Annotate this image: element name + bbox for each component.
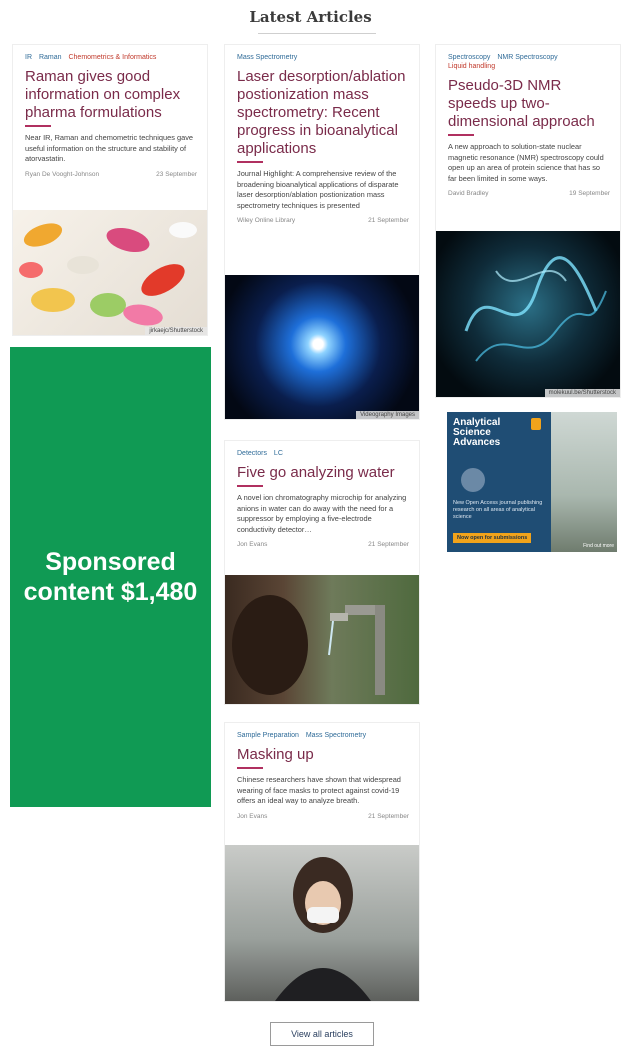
article-excerpt: A new approach to solution-state nuclear… xyxy=(448,142,604,183)
pills-illustration xyxy=(19,222,197,326)
article-author: Wiley Online Library xyxy=(237,217,296,224)
article-date: 21 September xyxy=(368,541,409,548)
tag-link[interactable]: Spectroscopy xyxy=(448,54,490,61)
title-underline xyxy=(25,125,51,127)
sponsored-content-label: Sponsored content $1,480 xyxy=(23,548,198,606)
article-excerpt: Chinese researchers have shown that wide… xyxy=(237,775,401,805)
tag-link[interactable]: Chemometrics & Informatics xyxy=(68,54,156,61)
image-credit: molekuul.be/Shutterstock xyxy=(544,389,620,397)
article-title[interactable]: Laser desorption/ablation postionization… xyxy=(237,68,409,158)
article-meta: Wiley Online Library 21 September xyxy=(237,217,409,224)
article-card-water[interactable]: Detectors LC Five go analyzing water A n… xyxy=(224,440,420,705)
tag-link[interactable]: IR xyxy=(25,54,32,61)
article-author: Jon Evans xyxy=(237,812,268,820)
article-author: Ryan De Vooght-Johnson xyxy=(25,170,100,178)
woman-face-mask-image[interactable] xyxy=(225,845,419,1001)
article-meta: Jon Evans 21 September xyxy=(237,813,409,820)
article-tags: Detectors LC xyxy=(237,449,409,458)
article-excerpt: Near IR, Raman and chemometric technique… xyxy=(25,133,194,163)
tag-link[interactable]: Liquid handling xyxy=(448,63,495,70)
sponsored-content-block[interactable]: Sponsored content $1,480 xyxy=(10,347,211,807)
pills-image[interactable]: jirkaejc/Shutterstock xyxy=(13,210,207,335)
ad-find-out-more[interactable]: Find out more xyxy=(583,543,614,549)
article-tags: Mass Spectrometry xyxy=(237,53,409,62)
child-drinking-water-image[interactable] xyxy=(225,575,419,704)
wiley-logo-icon xyxy=(531,418,541,430)
protein-image[interactable]: molekuul.be/Shutterstock xyxy=(436,231,620,397)
article-date: 21 September xyxy=(368,812,409,820)
article-title[interactable]: Pseudo-3D NMR speeds up two-dimensional … xyxy=(448,77,610,131)
article-excerpt: Journal Highlight: A comprehensive revie… xyxy=(237,169,399,210)
article-author: David Bradley xyxy=(448,190,489,197)
article-title[interactable]: Raman gives good information on complex … xyxy=(25,68,197,122)
title-underline xyxy=(448,134,474,136)
ad-submit-button[interactable]: Now open for submissions xyxy=(453,533,532,543)
journal-cover-icon xyxy=(461,468,485,492)
analytical-science-advances-ad[interactable]: Analytical Science Advances New Open Acc… xyxy=(447,412,617,552)
tag-link[interactable]: Sample Preparation xyxy=(237,732,299,739)
article-tags: Sample Preparation Mass Spectrometry xyxy=(237,731,409,740)
article-meta: Ryan De Vooght-Johnson 23 September xyxy=(25,171,197,178)
tag-link[interactable]: Mass Spectrometry xyxy=(237,54,297,61)
tag-link[interactable]: Mass Spectrometry xyxy=(306,732,366,739)
article-meta: Jon Evans 21 September xyxy=(237,541,409,548)
article-tags-2: Liquid handling xyxy=(448,62,610,71)
article-date: 19 September xyxy=(569,190,610,197)
section-title-underline xyxy=(258,33,376,34)
article-card-masking[interactable]: Sample Preparation Mass Spectrometry Mas… xyxy=(224,722,420,1002)
article-card-raman[interactable]: IR Raman Chemometrics & Informatics Rama… xyxy=(12,44,208,336)
article-title[interactable]: Masking up xyxy=(237,746,409,764)
tag-link[interactable]: LC xyxy=(274,450,283,457)
image-credit: jirkaejc/Shutterstock xyxy=(145,327,207,335)
article-card-nmr[interactable]: Spectroscopy NMR Spectroscopy Liquid han… xyxy=(435,44,621,398)
tap-illustration xyxy=(232,595,385,695)
article-date: 21 September xyxy=(368,217,409,224)
ad-photo: Find out more xyxy=(551,412,617,552)
article-excerpt: A novel ion chromatography microchip for… xyxy=(237,493,407,534)
article-date: 23 September xyxy=(156,170,197,178)
article-meta: David Bradley 19 September xyxy=(448,190,610,197)
tag-link[interactable]: NMR Spectroscopy xyxy=(497,54,557,61)
laser-image[interactable]: Videography Images xyxy=(225,275,419,419)
woman-mask-illustration xyxy=(275,857,371,1001)
title-underline xyxy=(237,485,263,487)
article-author: Jon Evans xyxy=(237,541,268,548)
section-title: Latest Articles xyxy=(249,8,372,26)
article-tags: IR Raman Chemometrics & Informatics xyxy=(25,53,197,62)
article-tags: Spectroscopy NMR Spectroscopy xyxy=(448,53,610,62)
article-card-laser[interactable]: Mass Spectrometry Laser desorption/ablat… xyxy=(224,44,420,420)
article-title[interactable]: Five go analyzing water xyxy=(237,464,409,482)
title-underline xyxy=(237,767,263,769)
view-all-articles-button[interactable]: View all articles xyxy=(270,1022,374,1046)
tag-link[interactable]: Detectors xyxy=(237,450,267,457)
ad-text: New Open Access journal publishing resea… xyxy=(453,500,543,520)
ad-title: Analytical Science Advances xyxy=(453,417,501,448)
image-credit: Videography Images xyxy=(356,411,419,419)
protein-structure-illustration xyxy=(464,256,607,362)
title-underline xyxy=(237,161,263,163)
tag-link[interactable]: Raman xyxy=(39,54,62,61)
